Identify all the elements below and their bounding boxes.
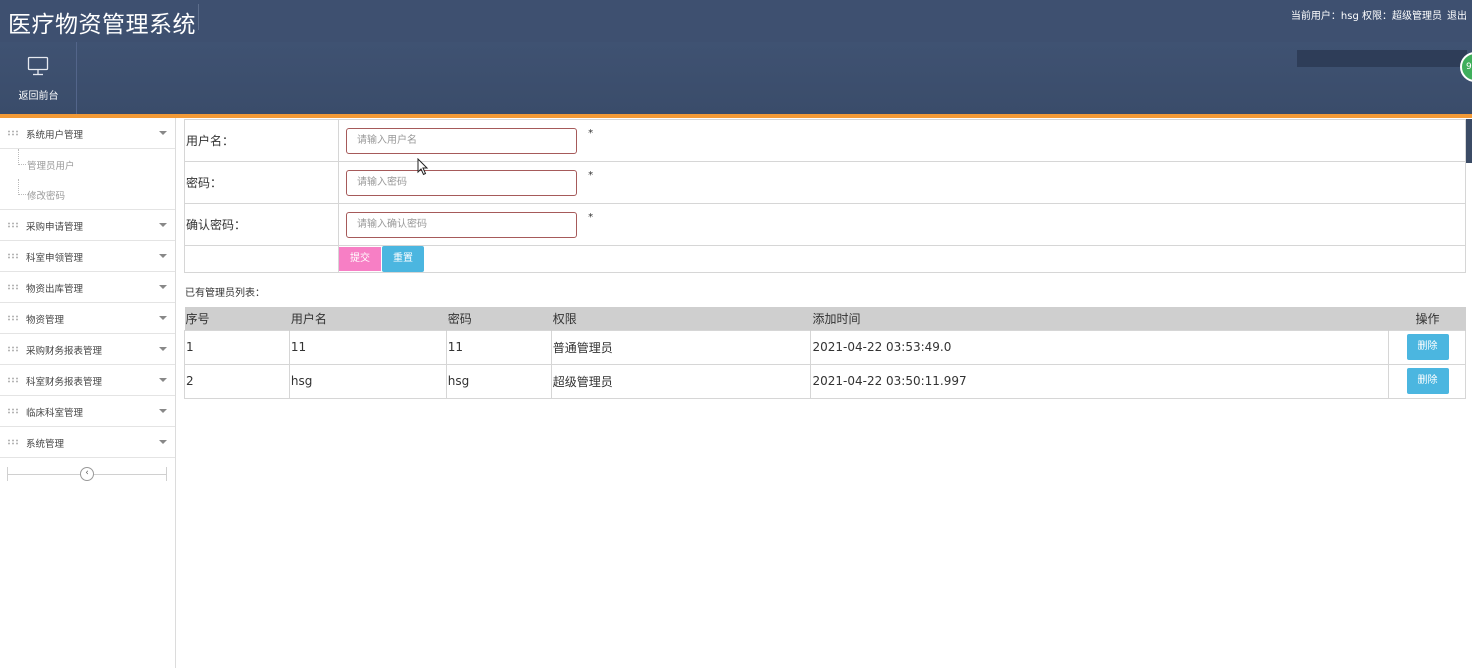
sidebar-item-clinical-depts[interactable]: 临床科室管理 — [0, 396, 175, 427]
sidebar-item-label: 系统管理 — [26, 439, 65, 450]
sidebar-item-label: 科室申领管理 — [26, 253, 84, 264]
sidebar-subitem-admin-users[interactable]: 管理员用户 — [0, 149, 175, 179]
chevron-down-icon — [159, 409, 167, 413]
column-header: 权限 — [551, 307, 812, 330]
grip-icon — [7, 284, 18, 290]
chevron-left-icon[interactable]: ‹ — [80, 467, 94, 481]
cell-role: 普通管理员 — [550, 329, 812, 365]
chevron-down-icon — [159, 347, 167, 351]
sidebar-item-purchase-requests[interactable]: 采购申请管理 — [0, 210, 175, 241]
grip-icon — [7, 315, 18, 321]
sidebar-item-label: 系统用户管理 — [26, 130, 84, 141]
sidebar-subitem-label: 修改密码 — [27, 191, 66, 202]
username-label: 用户名： — [184, 119, 339, 162]
column-header: 序号 — [184, 307, 290, 330]
accent-line — [0, 114, 1472, 118]
column-header: 操作 — [1388, 307, 1466, 330]
sidebar-item-label: 采购申请管理 — [26, 222, 84, 233]
grip-icon — [7, 408, 18, 414]
grip-icon — [7, 222, 18, 228]
required-mark: * — [588, 211, 594, 223]
required-mark: * — [588, 127, 594, 139]
add-admin-form: 用户名： * 密码： * 确认密码： * 提交重置 — [184, 119, 1466, 273]
sidebar-item-dept-requisition[interactable]: 科室申领管理 — [0, 241, 175, 272]
cell-username: hsg — [288, 363, 447, 399]
chevron-down-icon — [159, 254, 167, 258]
table-row: 2 hsg hsg 超级管理员 2021-04-22 03:50:11.997 … — [184, 363, 1466, 399]
tree-line-icon — [18, 179, 26, 195]
mouse-cursor-icon — [417, 158, 429, 176]
sidebar-item-supplies[interactable]: 物资管理 — [0, 303, 175, 334]
chevron-down-icon — [159, 285, 167, 289]
sidebar-item-system[interactable]: 系统管理 — [0, 427, 175, 458]
cell-role: 超级管理员 — [550, 363, 812, 399]
current-user-info: 当前用户：hsg 权限：超级管理员 — [1290, 11, 1442, 22]
required-mark: * — [588, 169, 594, 181]
table-row: 1 11 11 普通管理员 2021-04-22 03:53:49.0 删除 — [184, 329, 1466, 365]
logout-link[interactable]: 退出 — [1447, 7, 1467, 22]
title-divider — [198, 4, 199, 30]
cell-index: 2 — [184, 363, 290, 399]
grip-icon — [7, 439, 18, 445]
toolbar-band — [0, 42, 1472, 115]
reset-button[interactable]: 重置 — [382, 246, 424, 272]
sidebar-subitem-label: 管理员用户 — [27, 161, 75, 172]
password-label: 密码： — [184, 161, 339, 204]
monitor-icon — [27, 56, 49, 76]
return-frontend-button[interactable]: 返回前台 — [0, 42, 77, 114]
confirm-password-input[interactable] — [346, 211, 577, 238]
sidebar-item-outbound[interactable]: 物资出库管理 — [0, 272, 175, 303]
sidebar-item-label: 物资出库管理 — [26, 284, 84, 295]
delete-button[interactable]: 删除 — [1406, 368, 1449, 394]
top-header: 医疗物资管理系统 当前用户：hsg 权限：超级管理员 退出 — [0, 0, 1472, 42]
sidebar-collapse-bar: ‹ — [0, 458, 175, 492]
sidebar-item-label: 物资管理 — [26, 315, 65, 326]
grip-icon — [7, 346, 18, 352]
chevron-down-icon — [159, 440, 167, 444]
chevron-down-icon — [159, 131, 167, 135]
submit-button[interactable]: 提交 — [339, 247, 381, 271]
sidebar-item-purchase-finance[interactable]: 采购财务报表管理 — [0, 334, 175, 365]
username-input[interactable] — [346, 127, 577, 154]
cell-password: hsg — [445, 363, 552, 399]
admin-table: 序号 用户名 密码 权限 添加时间 操作 1 11 11 普通管理员 2021-… — [184, 307, 1466, 399]
top-search-box[interactable] — [1297, 50, 1467, 67]
cell-created: 2021-04-22 03:50:11.997 — [810, 363, 1389, 399]
sidebar-submenu: 管理员用户 修改密码 — [0, 149, 175, 210]
sidebar-item-label: 科室财务报表管理 — [26, 377, 103, 388]
sidebar-item-dept-finance[interactable]: 科室财务报表管理 — [0, 365, 175, 396]
column-header: 用户名 — [289, 307, 447, 330]
tree-line-icon — [18, 149, 26, 165]
sidebar-item-system-users[interactable]: 系统用户管理 — [0, 118, 175, 149]
cell-password: 11 — [445, 329, 552, 365]
sidebar: 系统用户管理 管理员用户 修改密码 采购申请管理 科室申领管理 物资出库管理 物… — [0, 118, 176, 668]
chevron-down-icon — [159, 378, 167, 382]
grip-icon — [7, 377, 18, 383]
column-header: 密码 — [446, 307, 552, 330]
grip-icon — [7, 253, 18, 259]
table-header-row: 序号 用户名 密码 权限 添加时间 操作 — [184, 307, 1466, 330]
scrollbar-thumb[interactable] — [1466, 119, 1472, 163]
cell-username: 11 — [288, 329, 447, 365]
admin-list-caption: 已有管理员列表： — [185, 288, 265, 299]
sidebar-item-label: 临床科室管理 — [26, 408, 84, 419]
confirm-password-label: 确认密码： — [184, 203, 339, 246]
return-frontend-label: 返回前台 — [18, 91, 59, 102]
chevron-down-icon — [159, 316, 167, 320]
cell-created: 2021-04-22 03:53:49.0 — [810, 329, 1389, 365]
chevron-down-icon — [159, 223, 167, 227]
delete-button[interactable]: 删除 — [1406, 334, 1449, 360]
password-input[interactable] — [346, 169, 577, 196]
column-header: 添加时间 — [810, 307, 1389, 330]
sidebar-item-label: 采购财务报表管理 — [26, 346, 103, 357]
app-title: 医疗物资管理系统 — [8, 12, 196, 38]
cell-index: 1 — [184, 329, 290, 365]
sidebar-subitem-change-password[interactable]: 修改密码 — [0, 179, 175, 209]
grip-icon — [7, 130, 18, 136]
